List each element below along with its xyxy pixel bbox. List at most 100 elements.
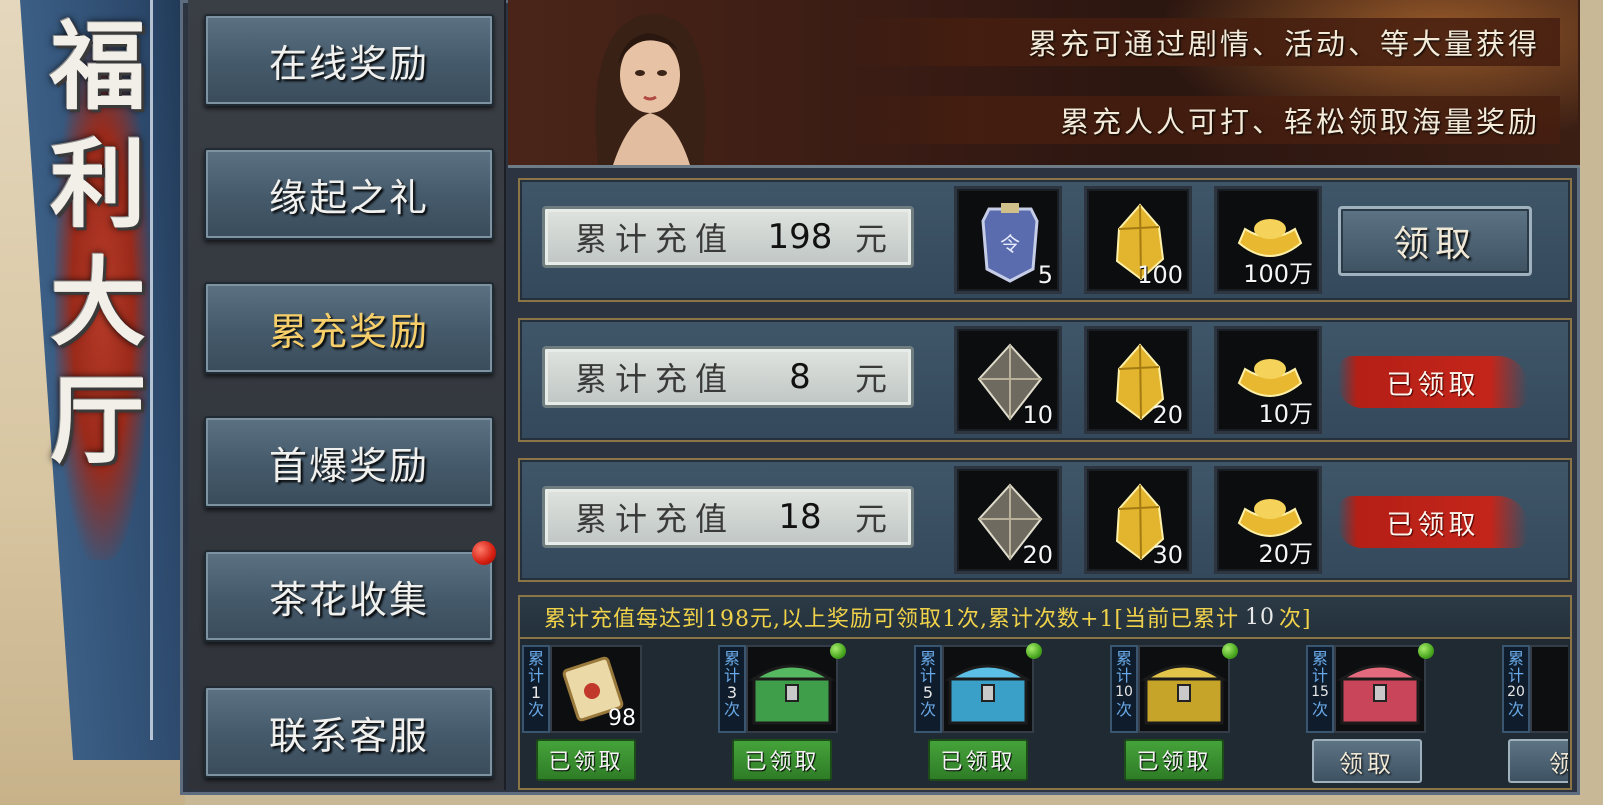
tag-char: 计	[723, 666, 740, 685]
milestone-reward: 累 计 5 次 已领取	[914, 643, 1042, 781]
tag-char: 计	[1507, 666, 1524, 685]
nav-online-reward[interactable]: 在线奖励	[204, 14, 494, 106]
blue-chest-icon	[945, 664, 1031, 725]
milestone-item-slot[interactable]	[746, 645, 838, 733]
milestone-item-slot[interactable]	[1138, 645, 1230, 733]
tag-char: 次	[723, 700, 740, 719]
heroine-portrait	[595, 13, 706, 165]
reward-row: 累计充值 198 元 令 5 100 100万 领取	[518, 178, 1572, 302]
claimed-stamp: 已领取	[1338, 356, 1528, 408]
milestone-reward: 累 计 15 次 领取	[1306, 643, 1434, 783]
cumulative-panel: 累计充值每达到198元,以上奖励可领取1次,累计次数+1[当前已累计 10 次]…	[518, 595, 1572, 790]
item-count: 20万	[1258, 540, 1313, 568]
reward-slot[interactable]: 100	[1084, 186, 1192, 294]
available-dot	[1026, 643, 1042, 659]
reward-row: 累计充值 18 元 20 30 20万 已领取	[518, 458, 1572, 582]
tag-number: 20	[1507, 684, 1525, 700]
claimed-label: 已领取	[1386, 509, 1480, 541]
tag-char: 次	[919, 700, 936, 719]
tag-char: 计	[919, 666, 936, 685]
milestone-claimed-button[interactable]: 已领取	[732, 739, 832, 781]
reward-slot[interactable]: 20	[954, 466, 1062, 574]
recharge-amount: 8	[789, 357, 811, 397]
gold-chest-icon	[1141, 664, 1227, 725]
nav-first-drop-reward[interactable]: 首爆奖励	[204, 416, 494, 508]
label-suffix: 元	[855, 360, 896, 398]
tag-char: 次	[1311, 700, 1328, 719]
claimed-label: 已领取	[1386, 369, 1480, 401]
hall-title-char: 利	[50, 128, 146, 241]
tag-char: 累	[1311, 649, 1328, 668]
milestone-item-slot[interactable]	[1334, 645, 1426, 733]
milestone-tag: 累 计 20 次	[1502, 645, 1530, 733]
label-suffix: 元	[855, 220, 896, 258]
promo-line-1: 累充可通过剧情、活动、等大量获得	[840, 18, 1560, 66]
tag-char: 累	[723, 649, 740, 668]
cumulative-info: 累计充值每达到198元,以上奖励可领取1次,累计次数+1[当前已累计 10 次]	[520, 597, 1570, 639]
item-count: 100万	[1243, 260, 1313, 288]
tag-char: 累	[1507, 649, 1524, 668]
reward-slot[interactable]: 10万	[1214, 326, 1322, 434]
item-count: 98	[608, 706, 636, 731]
milestone-item-slot[interactable]	[942, 645, 1034, 733]
nav-contact-service[interactable]: 联系客服	[204, 686, 494, 778]
recharge-threshold-label: 累计充值 18 元	[542, 486, 914, 548]
milestone-status: 已领取	[940, 750, 1016, 775]
tag-number: 3	[726, 683, 738, 702]
recharge-threshold-label: 累计充值 8 元	[542, 346, 914, 408]
hall-title-char: 福	[50, 10, 146, 123]
milestone-claim-button[interactable]: 领取	[1312, 739, 1422, 783]
svg-text:令: 令	[1000, 232, 1020, 256]
reward-slot[interactable]: 100万	[1214, 186, 1322, 294]
tag-number: 15	[1311, 684, 1329, 700]
nav-label: 累充奖励	[268, 309, 429, 354]
available-dot	[1418, 643, 1434, 659]
tag-char: 累	[1115, 649, 1132, 668]
hall-title-char: 大	[50, 246, 146, 359]
item-count: 100	[1137, 261, 1183, 289]
available-dot	[1222, 643, 1238, 659]
milestone-reward: 累 计 10 次 已领取	[1110, 643, 1238, 781]
nav-origin-gift[interactable]: 缘起之礼	[204, 148, 494, 240]
milestone-status: 领	[1549, 749, 1568, 778]
claimed-stamp: 已领取	[1338, 496, 1528, 548]
hall-title: 福 利 大 厅	[28, 8, 168, 480]
milestone-item-slot[interactable]: 98	[550, 645, 642, 733]
promo-banner: 累充可通过剧情、活动、等大量获得 累充人人可打、轻松领取海量奖励	[508, 0, 1580, 168]
reward-slot[interactable]: 30	[1084, 466, 1192, 574]
milestone-tag: 累 计 15 次	[1306, 645, 1334, 733]
hall-title-char: 厅	[50, 364, 146, 477]
milestone-claim-button[interactable]: 领	[1508, 739, 1568, 783]
milestone-status: 已领取	[744, 750, 820, 775]
reward-slot[interactable]: 20万	[1214, 466, 1322, 574]
tag-number: 10	[1115, 684, 1133, 700]
nav-recharge-reward[interactable]: 累充奖励	[204, 282, 494, 374]
claim-button[interactable]: 领取	[1338, 206, 1532, 276]
reward-slot[interactable]: 10	[954, 326, 1062, 434]
item-count: 20	[1152, 401, 1183, 429]
reward-slot[interactable]: 20	[1084, 326, 1192, 434]
reward-slot[interactable]: 令 5	[954, 186, 1062, 294]
nav-label: 联系客服	[268, 713, 429, 758]
nav-label: 缘起之礼	[268, 175, 429, 220]
tag-number: 1	[530, 683, 542, 702]
recharge-amount: 18	[778, 497, 822, 537]
milestone-tag: 累 计 5 次	[914, 645, 942, 733]
milestone-status: 已领取	[1136, 750, 1212, 775]
milestone-claimed-button[interactable]: 已领取	[536, 739, 636, 781]
milestone-claimed-button[interactable]: 已领取	[1124, 739, 1224, 781]
cumulative-rule-text: 累计充值每达到198元,以上奖励可领取1次,累计次数+1[当前已累计	[544, 607, 1239, 632]
item-count: 20	[1022, 541, 1053, 569]
tag-char: 次	[1507, 700, 1524, 719]
milestone-reward: 累 计 20 次 领	[1502, 645, 1568, 785]
milestone-item-slot[interactable]	[1530, 645, 1568, 733]
nav-camellia-collection[interactable]: 茶花收集	[204, 550, 494, 642]
milestone-status: 已领取	[548, 750, 624, 775]
item-count: 10	[1022, 401, 1053, 429]
milestone-claimed-button[interactable]: 已领取	[928, 739, 1028, 781]
item-count: 30	[1152, 541, 1183, 569]
notification-dot	[472, 541, 496, 565]
promo-text: 累充可通过剧情、活动、等大量获得	[1027, 27, 1540, 61]
tag-char: 累	[527, 649, 544, 668]
item-count: 10万	[1258, 400, 1313, 428]
